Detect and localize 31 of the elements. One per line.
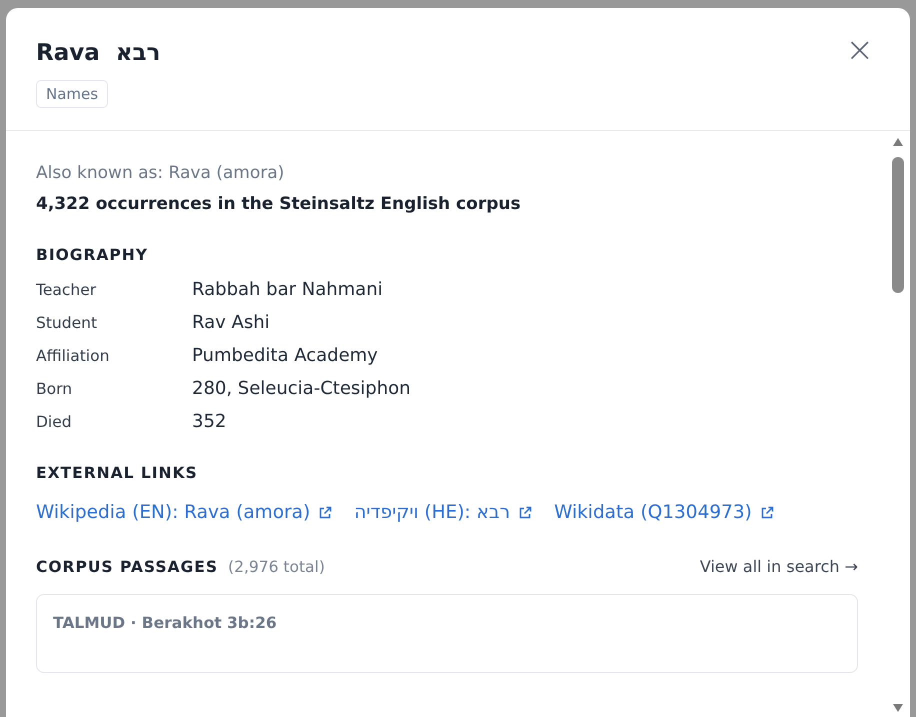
external-link-icon — [318, 506, 332, 520]
view-all-link[interactable]: View all in search → — [700, 557, 858, 576]
total-count: (2,976 total) — [228, 558, 325, 576]
external-link[interactable]: ויקיפדיה (HE): רבא — [354, 502, 532, 523]
section-heading: CORPUS PASSAGES — [36, 558, 218, 576]
external-link-icon — [760, 506, 774, 520]
field-value: Rabbah bar Nahmani — [192, 279, 384, 300]
field-label: Affiliation — [36, 347, 110, 365]
passage-source: TALMUD · Berakhot 3b:26 — [53, 614, 277, 632]
field-value: 280, Seleucia-Ctesiphon — [192, 378, 412, 399]
dialog-title: Rava רבא — [36, 40, 160, 66]
scroll-up-icon[interactable] — [892, 137, 904, 147]
scroll-down-icon[interactable] — [892, 703, 904, 713]
field-value: Pumbedita Academy — [192, 345, 379, 366]
passage-card[interactable]: TALMUD · Berakhot 3b:26 — [36, 594, 858, 673]
field-label: Born — [36, 380, 74, 398]
field-label: Died — [36, 413, 73, 431]
section-heading: EXTERNAL LINKS — [36, 464, 199, 482]
field-label: Student — [36, 314, 98, 332]
external-link[interactable]: Wikidata (Q1304973) — [554, 502, 774, 523]
field-value: 352 — [192, 411, 228, 432]
occurrence-count: 4,322 occurrences in the Steinsaltz English corpus — [36, 194, 522, 214]
field-value: Rav Ashi — [192, 312, 271, 333]
close-button[interactable]: × — [842, 36, 878, 64]
external-link[interactable]: Wikipedia (EN): Rava (amora) — [36, 502, 332, 523]
scrollbar-thumb[interactable] — [892, 157, 904, 293]
alias-text: Also known as: Rava (amora) — [36, 163, 286, 183]
section-heading: BIOGRAPHY — [36, 246, 149, 264]
tag: Names — [36, 80, 108, 108]
external-link-icon — [518, 506, 532, 520]
field-label: Teacher — [36, 281, 98, 299]
